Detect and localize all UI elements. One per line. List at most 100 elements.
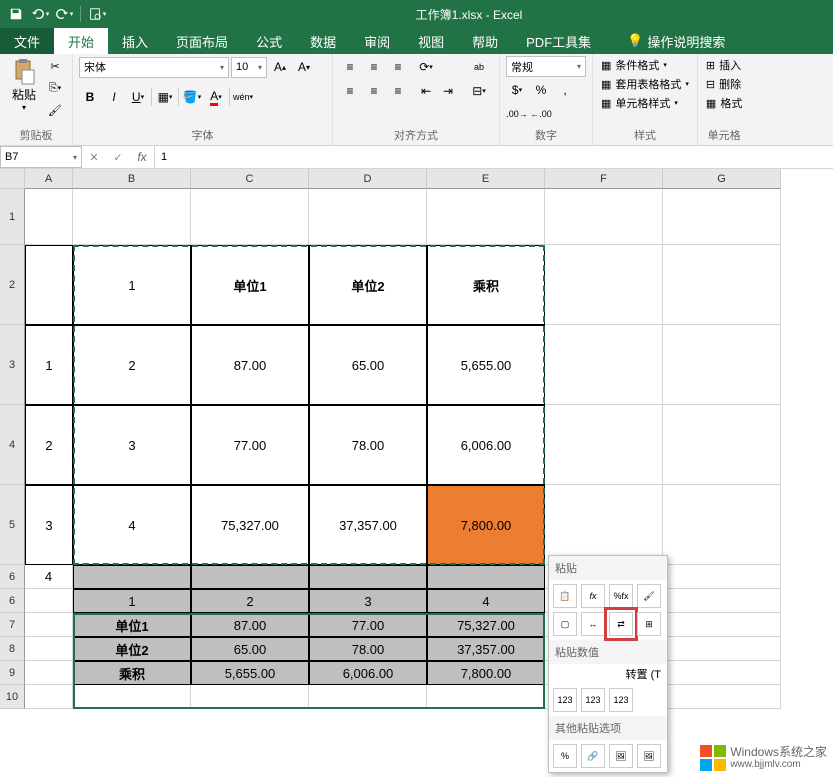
- cell-G3[interactable]: [663, 325, 781, 405]
- font-color-button[interactable]: A▾: [205, 86, 227, 108]
- cell-C6-blank[interactable]: [191, 565, 309, 589]
- tell-me-search[interactable]: 💡 操作说明搜索: [613, 28, 739, 54]
- cell-D1[interactable]: [309, 189, 427, 245]
- row-header-9[interactable]: 9: [0, 661, 25, 685]
- cell-E10[interactable]: [427, 685, 545, 709]
- cell-A6b[interactable]: [25, 589, 73, 613]
- row-header-8[interactable]: 8: [0, 637, 25, 661]
- comma-button[interactable]: ,: [554, 79, 576, 101]
- undo-button[interactable]: ▾: [28, 2, 52, 26]
- increase-font-button[interactable]: A▴: [269, 56, 291, 78]
- format-painter-button[interactable]: 🖌: [44, 100, 66, 120]
- cell-B1[interactable]: [73, 189, 191, 245]
- cell-E9[interactable]: 7,800.00: [427, 661, 545, 685]
- cell-E4[interactable]: 6,006.00: [427, 405, 545, 485]
- orientation-button[interactable]: ⟳▾: [415, 56, 437, 78]
- paste-picture-button[interactable]: 🖼: [609, 744, 633, 768]
- menu-formulas[interactable]: 公式: [242, 28, 296, 54]
- insert-cells-button[interactable]: ⊞插入: [704, 56, 744, 74]
- cell-E6-blank[interactable]: [427, 565, 545, 589]
- cell-styles-button[interactable]: ▦单元格样式▾: [599, 94, 691, 112]
- paste-column-widths-button[interactable]: ↔: [581, 612, 605, 636]
- bold-button[interactable]: B: [79, 86, 101, 108]
- italic-button[interactable]: I: [103, 86, 125, 108]
- cell-G9[interactable]: [663, 661, 781, 685]
- cell-C2[interactable]: 单位1: [191, 245, 309, 325]
- cell-G2[interactable]: [663, 245, 781, 325]
- col-header-E[interactable]: E: [427, 169, 545, 189]
- accounting-format-button[interactable]: $▾: [506, 79, 528, 101]
- cell-C4[interactable]: 77.00: [191, 405, 309, 485]
- cell-C7h[interactable]: 2: [191, 589, 309, 613]
- menu-data[interactable]: 数据: [296, 28, 350, 54]
- cell-A4[interactable]: 2: [25, 405, 73, 485]
- cell-D7[interactable]: 77.00: [309, 613, 427, 637]
- menu-review[interactable]: 审阅: [350, 28, 404, 54]
- cell-F1[interactable]: [545, 189, 663, 245]
- format-as-table-button[interactable]: ▦套用表格格式▾: [599, 75, 691, 93]
- cell-A1[interactable]: [25, 189, 73, 245]
- enter-formula-button[interactable]: ✓: [106, 151, 130, 164]
- cell-C9[interactable]: 5,655.00: [191, 661, 309, 685]
- menu-pdf[interactable]: PDF工具集: [512, 28, 605, 54]
- cancel-formula-button[interactable]: ✕: [82, 151, 106, 164]
- cell-C3[interactable]: 87.00: [191, 325, 309, 405]
- number-format-combo[interactable]: 常规▾: [506, 56, 586, 77]
- paste-keep-formatting-button[interactable]: 🖌: [637, 584, 661, 608]
- cell-E7[interactable]: 75,327.00: [427, 613, 545, 637]
- cell-G8[interactable]: [663, 637, 781, 661]
- wrap-text-button[interactable]: ab: [465, 56, 493, 78]
- paste-formulas-number-button[interactable]: %fx: [609, 584, 633, 608]
- paste-link-button[interactable]: 🔗: [581, 744, 605, 768]
- cell-D10[interactable]: [309, 685, 427, 709]
- col-header-D[interactable]: D: [309, 169, 427, 189]
- underline-button[interactable]: U▾: [127, 86, 149, 108]
- formula-input[interactable]: 1: [155, 146, 833, 168]
- cell-B4[interactable]: 3: [73, 405, 191, 485]
- decrease-font-button[interactable]: A▾: [293, 56, 315, 78]
- cell-A6[interactable]: 4: [25, 565, 73, 589]
- cell-B5[interactable]: 4: [73, 485, 191, 565]
- cell-A10[interactable]: [25, 685, 73, 709]
- cell-G4[interactable]: [663, 405, 781, 485]
- col-header-F[interactable]: F: [545, 169, 663, 189]
- phonetic-button[interactable]: wén▾: [232, 86, 254, 108]
- increase-decimal-button[interactable]: .00→: [506, 103, 528, 125]
- copy-button[interactable]: ⎘▾: [44, 78, 66, 98]
- cell-D6-blank[interactable]: [309, 565, 427, 589]
- cell-A3[interactable]: 1: [25, 325, 73, 405]
- cell-B6-blank[interactable]: [73, 565, 191, 589]
- border-button[interactable]: ▦▾: [154, 86, 176, 108]
- decrease-decimal-button[interactable]: ←.00: [530, 103, 552, 125]
- cell-D5[interactable]: 37,357.00: [309, 485, 427, 565]
- paste-values-source-button[interactable]: 123: [609, 688, 633, 712]
- fill-color-button[interactable]: 🪣▾: [181, 86, 203, 108]
- cell-A5[interactable]: 3: [25, 485, 73, 565]
- font-size-combo[interactable]: 10▾: [231, 57, 267, 78]
- col-header-B[interactable]: B: [73, 169, 191, 189]
- cell-F4[interactable]: [545, 405, 663, 485]
- menu-insert[interactable]: 插入: [108, 28, 162, 54]
- cell-E7h[interactable]: 4: [427, 589, 545, 613]
- cell-G1[interactable]: [663, 189, 781, 245]
- row-header-1[interactable]: 1: [0, 189, 25, 245]
- cell-E8[interactable]: 37,357.00: [427, 637, 545, 661]
- col-header-A[interactable]: A: [25, 169, 73, 189]
- cell-C1[interactable]: [191, 189, 309, 245]
- conditional-format-button[interactable]: ▦条件格式▾: [599, 56, 691, 74]
- save-button[interactable]: [4, 2, 28, 26]
- paste-formulas-button[interactable]: fx: [581, 584, 605, 608]
- cut-button[interactable]: ✂: [44, 56, 66, 76]
- cell-G6[interactable]: [663, 565, 781, 589]
- paste-formatting-button[interactable]: %: [553, 744, 577, 768]
- cell-B2[interactable]: 1: [73, 245, 191, 325]
- menu-view[interactable]: 视图: [404, 28, 458, 54]
- menu-home[interactable]: 开始: [54, 28, 108, 54]
- cell-B7[interactable]: 单位1: [73, 613, 191, 637]
- align-left-button[interactable]: ≡: [339, 80, 361, 102]
- decrease-indent-button[interactable]: ⇤: [415, 80, 437, 102]
- paste-no-borders-button[interactable]: ▢: [553, 612, 577, 636]
- row-header-6[interactable]: 6: [0, 565, 25, 589]
- cell-A2[interactable]: [25, 245, 73, 325]
- row-header-7[interactable]: 7: [0, 613, 25, 637]
